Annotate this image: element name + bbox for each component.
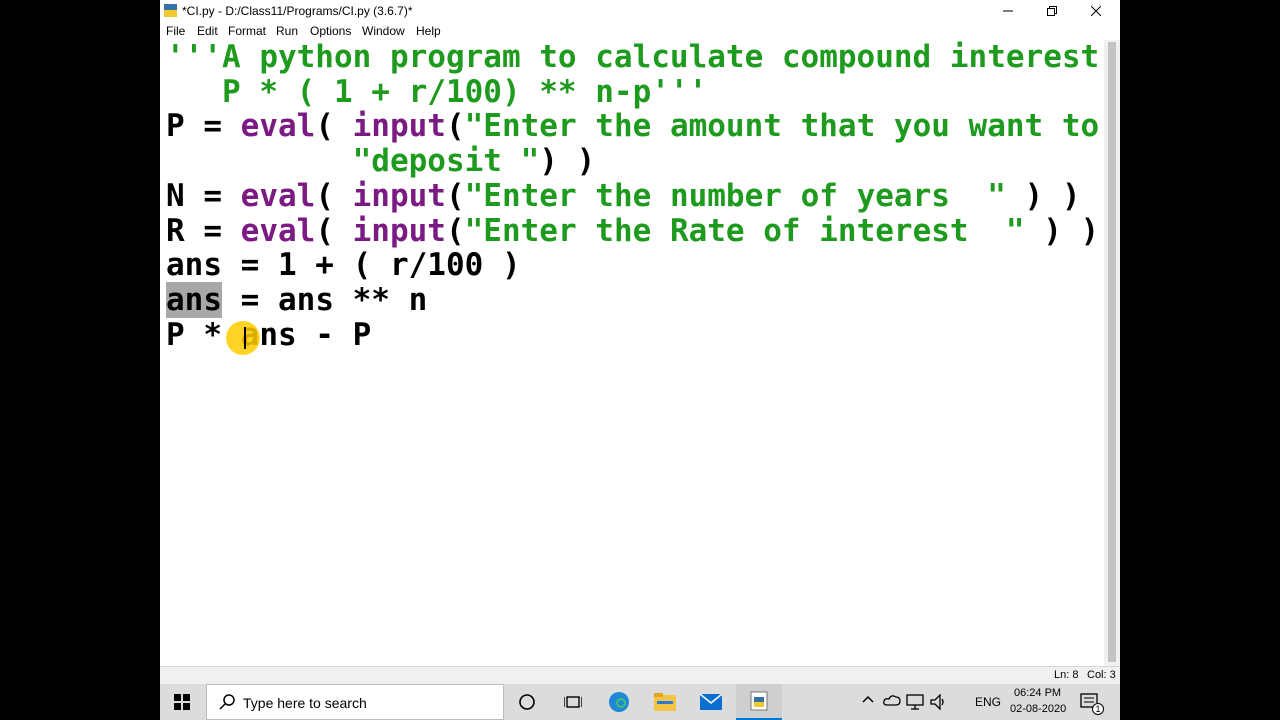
scrollbar-thumb[interactable]	[1108, 42, 1116, 662]
code-line[interactable]: '''A python program to calculate compoun…	[166, 39, 1099, 75]
menu-bar: File Edit Format Run Options Window Help	[160, 22, 1120, 40]
code-line[interactable]: P * ans - P	[166, 317, 371, 353]
code-keyword: input	[352, 177, 446, 214]
search-icon	[219, 694, 235, 710]
code-line[interactable]: R = eval( input("Enter the Rate of inter…	[166, 213, 1099, 249]
edge-button[interactable]	[596, 684, 642, 720]
code-selection: ans	[166, 281, 222, 318]
mail-icon	[700, 694, 722, 710]
code-text[interactable]: '''A python program to calculate compoun…	[166, 40, 1099, 352]
clock-date[interactable]: 02-08-2020	[1010, 703, 1066, 715]
mail-button[interactable]	[688, 684, 734, 720]
maximize-icon	[1047, 6, 1057, 16]
code-keyword: eval	[240, 212, 316, 249]
task-view-icon	[564, 696, 582, 708]
code-token: ) )	[539, 143, 596, 180]
code-token: P =	[166, 108, 241, 145]
taskbar-search[interactable]: Type here to search	[206, 684, 504, 720]
onedrive-icon[interactable]	[883, 694, 901, 706]
code-string: P * ( 1 + r/100) ** n-p'''	[166, 73, 708, 110]
menu-format[interactable]: Format	[228, 24, 266, 38]
code-keyword: eval	[240, 108, 316, 145]
code-line[interactable]: P = eval( input("Enter the amount that y…	[166, 108, 1099, 144]
text-cursor-icon	[244, 327, 246, 349]
search-placeholder: Type here to search	[243, 695, 367, 711]
code-line[interactable]: ans = ans ** n	[166, 281, 428, 318]
minimize-icon	[1003, 10, 1013, 12]
vertical-scrollbar[interactable]	[1104, 40, 1120, 666]
maximize-button[interactable]	[1030, 0, 1074, 22]
idle-editor-window: *CI.py - D:/Class11/Programs/CI.py (3.6.…	[160, 0, 1120, 684]
status-bar: Ln: 8 Col: 3	[160, 666, 1120, 684]
network-icon[interactable]	[906, 694, 924, 710]
code-keyword: eval	[240, 177, 316, 214]
code-token: R =	[166, 212, 241, 249]
chevron-up-icon[interactable]	[862, 694, 874, 704]
code-keyword: input	[352, 108, 446, 145]
minimize-button[interactable]	[986, 0, 1030, 22]
code-editor[interactable]: '''A python program to calculate compoun…	[160, 40, 1104, 666]
code-token: ) )	[1024, 212, 1100, 249]
code-token: ans = 1 + ( r/100 )	[166, 247, 521, 284]
code-token: ) )	[1005, 177, 1081, 214]
code-line[interactable]: ans = 1 + ( r/100 )	[166, 247, 521, 283]
menu-file[interactable]: File	[166, 24, 185, 38]
window-title: *CI.py - D:/Class11/Programs/CI.py (3.6.…	[182, 4, 413, 18]
task-view-button[interactable]	[550, 684, 596, 720]
file-explorer-button[interactable]	[642, 684, 688, 720]
code-token: P * ans - P	[166, 316, 372, 353]
title-bar[interactable]: *CI.py - D:/Class11/Programs/CI.py (3.6.…	[160, 0, 1120, 22]
code-token: (	[315, 212, 353, 249]
cortana-button[interactable]	[504, 684, 550, 720]
code-token: (	[445, 212, 465, 249]
menu-help[interactable]: Help	[416, 24, 441, 38]
idle-taskbar-button[interactable]	[736, 684, 782, 720]
close-icon	[1091, 6, 1101, 16]
code-string: "deposit "	[352, 143, 540, 180]
code-token: N =	[166, 177, 241, 214]
code-line[interactable]: N = eval( input("Enter the number of yea…	[166, 178, 1081, 214]
language-indicator[interactable]: ENG	[975, 695, 1001, 709]
code-token: (	[315, 108, 353, 145]
menu-edit[interactable]: Edit	[197, 24, 218, 38]
python-idle-icon	[750, 691, 768, 711]
code-keyword: input	[352, 212, 446, 249]
code-token: = ans ** n	[222, 281, 428, 318]
taskbar: Type here to search ENG 06:24 PM 02-08-2…	[160, 684, 1120, 720]
code-token: (	[445, 108, 465, 145]
code-string: "Enter the Rate of interest "	[464, 212, 1025, 249]
windows-start-icon	[174, 694, 190, 710]
edge-icon	[609, 692, 629, 712]
code-token: (	[315, 177, 353, 214]
code-string: "Enter the amount that you want to	[464, 108, 1100, 145]
menu-options[interactable]: Options	[310, 24, 351, 38]
notification-count: 1	[1092, 703, 1104, 715]
start-button[interactable]	[160, 684, 204, 720]
cortana-icon	[519, 694, 535, 710]
code-line[interactable]: P * ( 1 + r/100) ** n-p'''	[166, 74, 707, 110]
volume-icon[interactable]	[930, 694, 948, 710]
menu-window[interactable]: Window	[362, 24, 405, 38]
code-line[interactable]: "deposit ") )	[166, 143, 596, 180]
code-token: (	[445, 177, 465, 214]
file-explorer-icon	[654, 693, 676, 711]
code-string: '''A python program to calculate compoun…	[166, 39, 1100, 75]
menu-run[interactable]: Run	[276, 24, 298, 38]
column-number: Col: 3	[1087, 669, 1116, 681]
clock-time[interactable]: 06:24 PM	[1014, 687, 1061, 699]
python-idle-icon	[164, 4, 177, 17]
line-number: Ln: 8	[1054, 669, 1079, 681]
mouse-highlight	[226, 321, 260, 355]
code-string: "Enter the number of years "	[464, 177, 1006, 214]
close-button[interactable]	[1074, 0, 1118, 22]
